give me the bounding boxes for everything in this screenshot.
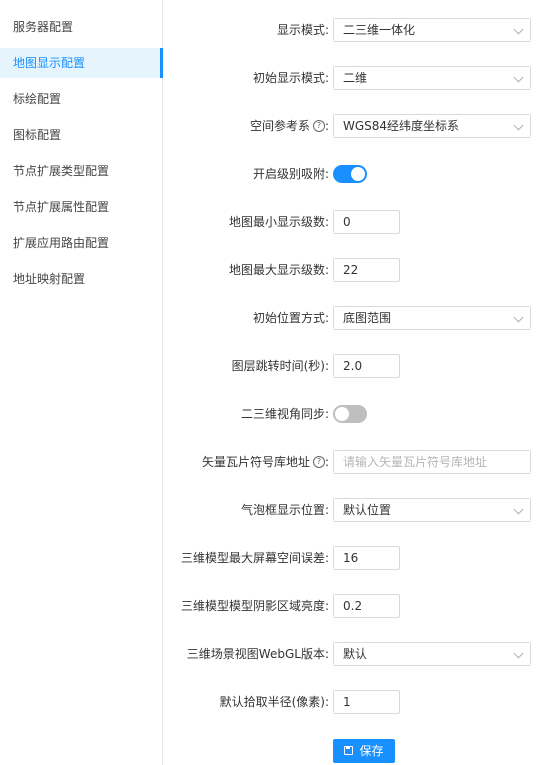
initial-display-mode-label: 初始显示模式: <box>252 71 329 85</box>
sidebar-item-label: 节点扩展属性配置 <box>13 200 110 214</box>
max-zoom-label: 地图最大显示级数: <box>228 263 329 277</box>
sidebar-item-address-mapping-config[interactable]: 地址映射配置 <box>0 264 162 294</box>
min-zoom-input[interactable]: 0 <box>333 210 400 234</box>
question-circle-icon[interactable]: ? <box>312 455 325 468</box>
sidebar: 服务器配置 地图显示配置 标绘配置 图标配置 节点扩展类型配置 节点扩展属性配置… <box>0 0 163 765</box>
webgl-version-label: 三维场景视图WebGL版本: <box>186 647 329 661</box>
form-row-display-mode: 显示模式: 二三维一体化 <box>163 18 548 42</box>
chevron-down-icon <box>513 648 524 659</box>
spatial-reference-label: 空间参考系?: <box>249 119 329 133</box>
sidebar-item-route-config[interactable]: 扩展应用路由配置 <box>0 228 162 258</box>
form-row-min-zoom: 地图最小显示级数: 0 <box>163 210 548 234</box>
sidebar-item-node-attr-config[interactable]: 节点扩展属性配置 <box>0 192 162 222</box>
form-row-vector-tile-url: 矢量瓦片符号库地址?: <box>163 450 548 474</box>
form-row-spatial-reference: 空间参考系?: WGS84经纬度坐标系 <box>163 114 548 138</box>
spatial-reference-select[interactable]: WGS84经纬度坐标系 <box>333 114 531 138</box>
form-row-max-zoom: 地图最大显示级数: 22 <box>163 258 548 282</box>
min-zoom-label: 地图最小显示级数: <box>228 215 329 229</box>
initial-display-mode-select[interactable]: 二维 <box>333 66 531 90</box>
form-row-pick-radius: 默认拾取半径(像素): 1 <box>163 690 548 714</box>
toggle-knob <box>351 167 365 181</box>
shadow-brightness-label: 三维模型模型阴影区域亮度: <box>180 599 329 613</box>
initial-position-select[interactable]: 底图范围 <box>333 306 531 330</box>
layer-jump-time-input[interactable]: 2.0 <box>333 354 400 378</box>
sidebar-item-map-display-config[interactable]: 地图显示配置 <box>0 48 163 78</box>
webgl-version-select[interactable]: 默认 <box>333 642 531 666</box>
sidebar-item-label: 地址映射配置 <box>13 272 86 286</box>
save-button-label: 保存 <box>359 744 384 758</box>
display-mode-value: 二三维一体化 <box>343 23 416 37</box>
initial-display-mode-value: 二维 <box>343 71 368 85</box>
chevron-down-icon <box>513 24 524 35</box>
vector-tile-url-input[interactable] <box>333 450 531 474</box>
sidebar-item-label: 节点扩展类型配置 <box>13 164 110 178</box>
bubble-position-select[interactable]: 默认位置 <box>333 498 531 522</box>
max-screen-error-input[interactable]: 16 <box>333 546 400 570</box>
form-row-initial-display-mode: 初始显示模式: 二维 <box>163 66 548 90</box>
form-row-initial-position: 初始位置方式: 底图范围 <box>163 306 548 330</box>
form-row-bubble-position: 气泡框显示位置: 默认位置 <box>163 498 548 522</box>
save-button[interactable]: 保存 <box>333 739 395 763</box>
toggle-knob <box>335 407 349 421</box>
form-row-view-sync: 二三维视角同步: <box>163 402 548 426</box>
webgl-version-value: 默认 <box>343 647 368 661</box>
sidebar-item-icon-config[interactable]: 图标配置 <box>0 120 162 150</box>
view-sync-toggle[interactable] <box>333 405 367 423</box>
vector-tile-url-label: 矢量瓦片符号库地址?: <box>201 455 329 469</box>
chevron-down-icon <box>513 120 524 131</box>
initial-position-label: 初始位置方式: <box>252 311 329 325</box>
pick-radius-input[interactable]: 1 <box>333 690 400 714</box>
layer-jump-time-label: 图层跳转时间(秒): <box>231 359 329 373</box>
form-row-webgl-version: 三维场景视图WebGL版本: 默认 <box>163 642 548 666</box>
sidebar-item-label: 服务器配置 <box>13 20 74 34</box>
chevron-down-icon <box>513 312 524 323</box>
shadow-brightness-input[interactable]: 0.2 <box>333 594 400 618</box>
sidebar-item-node-type-config[interactable]: 节点扩展类型配置 <box>0 156 162 186</box>
display-mode-label: 显示模式: <box>276 23 329 37</box>
view-sync-label: 二三维视角同步: <box>240 407 329 421</box>
save-icon <box>344 746 354 755</box>
sidebar-item-label: 扩展应用路由配置 <box>13 236 110 250</box>
chevron-down-icon <box>513 72 524 83</box>
form-row-level-snap: 开启级别吸附: <box>163 162 548 186</box>
sidebar-item-label: 图标配置 <box>13 128 62 142</box>
level-snap-toggle[interactable] <box>333 165 367 183</box>
display-mode-select[interactable]: 二三维一体化 <box>333 18 531 42</box>
spatial-reference-label-text: 空间参考系 <box>249 119 310 133</box>
initial-position-value: 底图范围 <box>343 311 392 325</box>
bubble-position-value: 默认位置 <box>343 503 392 517</box>
form-row-shadow-brightness: 三维模型模型阴影区域亮度: 0.2 <box>163 594 548 618</box>
sidebar-item-server-config[interactable]: 服务器配置 <box>0 12 162 42</box>
sidebar-item-label: 地图显示配置 <box>13 56 86 70</box>
spatial-reference-value: WGS84经纬度坐标系 <box>343 119 460 133</box>
max-screen-error-label: 三维模型最大屏幕空间误差: <box>180 551 329 565</box>
pick-radius-label: 默认拾取半径(像素): <box>219 695 329 709</box>
vector-tile-url-label-text: 矢量瓦片符号库地址 <box>201 455 310 469</box>
form-row-max-screen-error: 三维模型最大屏幕空间误差: 16 <box>163 546 548 570</box>
level-snap-label: 开启级别吸附: <box>252 167 329 181</box>
bubble-position-label: 气泡框显示位置: <box>240 503 329 517</box>
form-row-layer-jump-time: 图层跳转时间(秒): 2.0 <box>163 354 548 378</box>
chevron-down-icon <box>513 504 524 515</box>
settings-form: 显示模式: 二三维一体化 初始显示模式: 二维 空间参考系?: WGS84经纬度… <box>163 0 548 765</box>
question-circle-icon[interactable]: ? <box>312 119 325 132</box>
sidebar-item-label: 标绘配置 <box>13 92 62 106</box>
max-zoom-input[interactable]: 22 <box>333 258 400 282</box>
sidebar-item-plotting-config[interactable]: 标绘配置 <box>0 84 162 114</box>
